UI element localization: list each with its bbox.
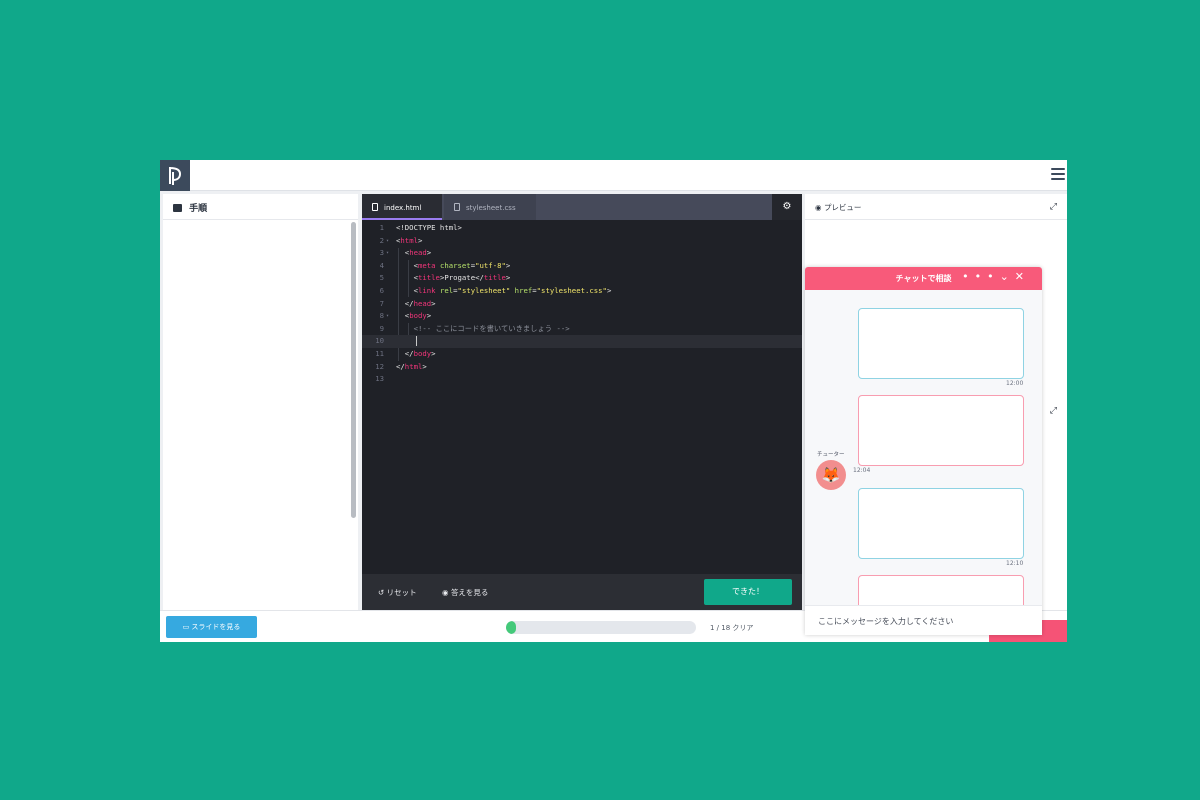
progress-bar	[506, 621, 696, 634]
instructions-scrollbar[interactable]	[351, 222, 356, 518]
instructions-header: 手順	[163, 194, 358, 220]
code-area[interactable]: 1 <!DOCTYPE html> 2 ▾ <html> 3 ▾ <head> 4 <m…	[362, 222, 802, 552]
code-line: 11 </body>	[375, 348, 436, 358]
code-line: 1 <!DOCTYPE html>	[379, 223, 462, 232]
chevron-down-icon[interactable]: ⌄	[1000, 270, 1015, 283]
chat-message-input[interactable]: ここにメッセージを入力してください	[805, 605, 1042, 635]
instructions-panel: 手順	[163, 194, 358, 610]
tutor-name: チューター	[817, 452, 845, 458]
progress-text: 1 / 18 クリア	[710, 624, 754, 632]
more-icon[interactable]: •••	[962, 270, 999, 283]
book-icon	[173, 203, 182, 212]
gear-icon[interactable]: ⚙	[772, 194, 802, 220]
code-line: 9 <!-- ここにコードを書いていきましょう -->	[379, 323, 570, 333]
code-line: 13	[375, 374, 384, 384]
chat-header: チャットで相談 •••⌄✕	[805, 267, 1042, 290]
code-line-active: 10	[362, 335, 802, 348]
message-time: 12:00	[1006, 380, 1024, 387]
editor-tabs: index.html stylesheet.css ⚙	[362, 194, 802, 220]
code-line: 3 ▾ <head>	[379, 248, 432, 258]
code-line: 6 <link rel="stylesheet" href="styleshee…	[379, 285, 612, 295]
code-line: 7 </head>	[379, 298, 436, 308]
code-editor: index.html stylesheet.css ⚙ 1 <!DOCTYPE h…	[362, 194, 802, 610]
expand-icon[interactable]: ⤢	[1050, 202, 1057, 212]
message-time: 12:10	[1006, 560, 1024, 567]
eye-icon: ◉	[442, 588, 451, 597]
chat-message-bubble	[858, 575, 1024, 605]
editor-footer: ↺ リセット ◉ 答えを見る できた！	[362, 574, 802, 610]
chat-message-bubble	[858, 308, 1024, 379]
tutor-avatar: 🦊	[816, 460, 846, 490]
file-icon	[454, 203, 460, 211]
code-line: 5 <title>Progate</title>	[379, 273, 511, 283]
preview-title: プレビュー	[823, 203, 862, 212]
preview-header: ◉ プレビュー	[805, 194, 1067, 220]
chat-messages[interactable]: 12:00 チューター 🦊 12:04 12:10	[805, 290, 1042, 605]
reset-button[interactable]: ↺ リセット	[378, 587, 417, 598]
view-slides-button[interactable]: ▭ スライドを見る	[166, 616, 257, 638]
chat-message-bubble	[858, 488, 1024, 559]
close-icon[interactable]: ✕	[1015, 270, 1030, 283]
done-button[interactable]: できた！	[704, 579, 792, 605]
code-line: 8 ▾ <body>	[379, 311, 432, 321]
logo-icon	[169, 167, 182, 185]
code-line: 2 ▾ <html>	[379, 235, 423, 245]
progress-fill	[506, 621, 516, 634]
show-answer-button[interactable]: ◉ 答えを見る	[442, 587, 488, 598]
code-line: 12 </html>	[375, 361, 427, 371]
tab-index-html[interactable]: index.html	[362, 194, 442, 220]
message-time: 12:04	[853, 467, 871, 474]
top-bar	[160, 160, 1067, 191]
progate-logo[interactable]	[160, 160, 190, 191]
chat-message-bubble	[858, 395, 1024, 466]
expand-icon[interactable]: ⤢	[1050, 406, 1057, 416]
instructions-title: 手順	[189, 204, 208, 214]
text-cursor	[416, 336, 417, 347]
file-icon	[372, 203, 378, 211]
eye-icon: ◉	[815, 203, 824, 212]
chat-window: チャットで相談 •••⌄✕ 12:00 チューター 🦊 12:04 12:10 …	[805, 267, 1042, 635]
code-line: 4 <meta charset="utf-8">	[379, 260, 511, 270]
menu-icon[interactable]	[1051, 168, 1065, 182]
tab-stylesheet-css[interactable]: stylesheet.css	[444, 194, 536, 220]
reset-icon: ↺	[378, 588, 387, 597]
